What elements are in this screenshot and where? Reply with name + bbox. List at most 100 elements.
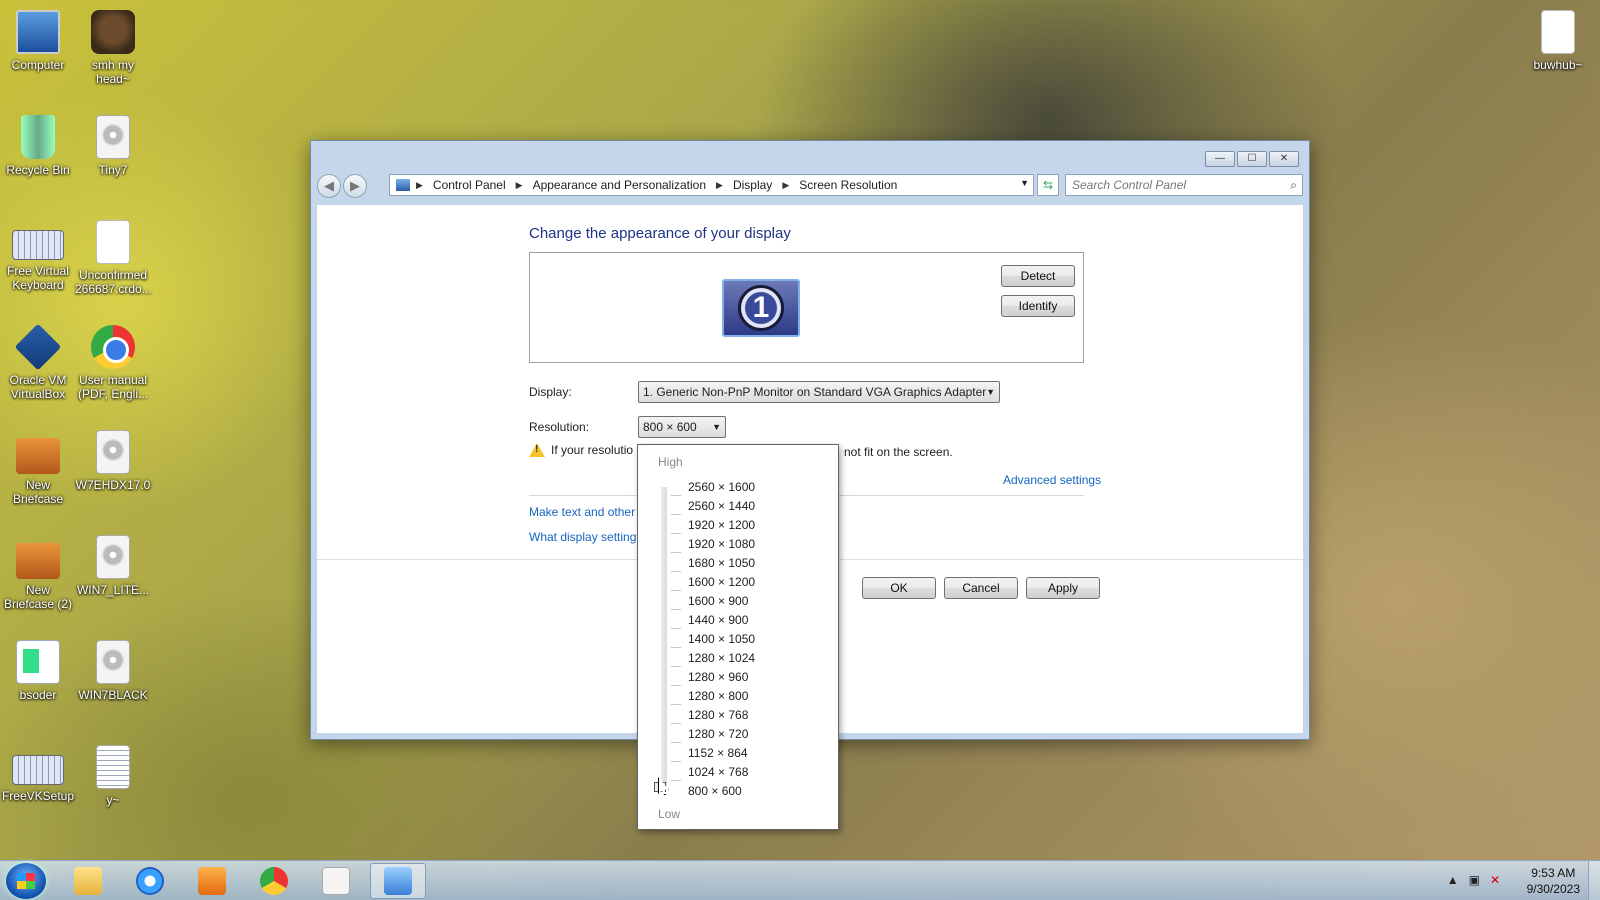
resolution-option[interactable]: 1024 × 768 [688, 763, 755, 782]
refresh-button[interactable]: ⇆ [1037, 174, 1059, 196]
maximize-button[interactable]: ☐ [1237, 151, 1267, 167]
recycle-bin-icon [21, 115, 55, 159]
identify-button[interactable]: Identify [1001, 295, 1075, 317]
resolution-slider-track[interactable] [661, 487, 667, 787]
desktop-icon-tiny7[interactable]: Tiny7 [75, 115, 151, 177]
resolution-option[interactable]: 2560 × 1440 [688, 497, 755, 516]
back-button[interactable]: ◀ [317, 174, 341, 198]
start-button[interactable] [6, 863, 46, 899]
taskbar-internet-explorer[interactable] [122, 863, 178, 899]
resolution-option[interactable]: 1600 × 900 [688, 592, 755, 611]
resolution-option[interactable]: 2560 × 1600 [688, 478, 755, 497]
search-icon[interactable]: ⌕ [1290, 175, 1297, 195]
breadcrumb-display[interactable]: Display [733, 178, 772, 192]
monitor-1-icon[interactable]: 1 [722, 279, 800, 337]
detect-button[interactable]: Detect [1001, 265, 1075, 287]
desktop-icon-w7ehdx[interactable]: W7EHDX17.0 [75, 430, 151, 492]
blank-file-icon [96, 220, 130, 264]
desktop-icon-new-briefcase-2[interactable]: New Briefcase (2) [0, 535, 76, 611]
chrome-icon [260, 867, 288, 895]
resolution-option[interactable]: 1280 × 960 [688, 668, 755, 687]
taskbar-control-panel[interactable] [370, 863, 426, 899]
volume-muted-icon[interactable]: ✕ [1490, 873, 1500, 887]
warning-text-right: not fit on the screen. [844, 445, 953, 459]
display-settings-help-link[interactable]: What display setting [529, 530, 636, 544]
address-dropdown-icon[interactable]: ▼ [1020, 178, 1029, 188]
forward-button[interactable]: ▶ [343, 174, 367, 198]
ok-button[interactable]: OK [862, 577, 936, 599]
desktop-icon-bsoder[interactable]: bsoder [0, 640, 76, 702]
desktop-icon-label: Free Virtual Keyboard [7, 264, 69, 292]
desktop-icon-virtualbox[interactable]: Oracle VM VirtualBox [0, 323, 76, 401]
resolution-option[interactable]: 1152 × 864 [688, 744, 755, 763]
breadcrumb-control-panel[interactable]: Control Panel [433, 178, 506, 192]
search-input[interactable]: Search Control Panel ⌕ [1065, 174, 1303, 196]
slider-ticks [671, 477, 683, 781]
cancel-button[interactable]: Cancel [944, 577, 1018, 599]
resolution-option[interactable]: 1440 × 900 [688, 611, 755, 630]
desktop-icon-label: Oracle VM VirtualBox [9, 373, 67, 401]
resolution-option[interactable]: 1280 × 800 [688, 687, 755, 706]
resolution-option[interactable]: 1400 × 1050 [688, 630, 755, 649]
folder-icon [74, 867, 102, 895]
taskbar-chrome[interactable] [246, 863, 302, 899]
text-size-link[interactable]: Make text and other [529, 505, 635, 519]
advanced-settings-link[interactable]: Advanced settings [1003, 473, 1101, 487]
breadcrumb-screen-resolution[interactable]: Screen Resolution [799, 178, 897, 192]
media-player-icon [198, 867, 226, 895]
display-select[interactable]: 1. Generic Non-PnP Monitor on Standard V… [638, 381, 1000, 403]
desktop-icon-unconfirmed[interactable]: Unconfirmed 266687.crdo... [75, 220, 152, 296]
desktop-icon-label: User manual (PDF, Engli... [77, 373, 149, 401]
taskbar-explorer[interactable] [60, 863, 116, 899]
desktop-icon-free-virtual-keyboard[interactable]: Free Virtual Keyboard [0, 220, 76, 292]
close-button[interactable]: ✕ [1269, 151, 1299, 167]
address-bar[interactable]: ▶ Control Panel ▶ Appearance and Persona… [389, 174, 1034, 196]
high-label: High [658, 455, 683, 469]
resolution-option[interactable]: 1280 × 1024 [688, 649, 755, 668]
desktop-icon-computer[interactable]: Computer [0, 10, 76, 72]
resolution-option[interactable]: 1280 × 720 [688, 725, 755, 744]
desktop-icon-new-briefcase[interactable]: New Briefcase [0, 430, 76, 506]
clock-time: 9:53 AM [1531, 866, 1576, 880]
minimize-button[interactable]: — [1205, 151, 1235, 167]
resolution-option[interactable]: 1920 × 1080 [688, 535, 755, 554]
slider-tick [671, 762, 681, 781]
resolution-option[interactable]: 1280 × 768 [688, 706, 755, 725]
resolution-option-selected[interactable]: 800 × 600 [688, 782, 755, 801]
show-hidden-icons-icon[interactable]: ▲ [1447, 873, 1459, 887]
apply-button[interactable]: Apply [1026, 577, 1100, 599]
slider-tick [671, 667, 681, 686]
resolution-warning: If your resolutio [529, 443, 633, 457]
taskbar-disc-image[interactable] [308, 863, 364, 899]
briefcase-icon [16, 438, 60, 474]
disc-image-icon [96, 115, 130, 159]
resolution-option[interactable]: 1920 × 1200 [688, 516, 755, 535]
desktop-icon-freevksetup[interactable]: FreeVKSetup [0, 745, 76, 803]
control-panel-icon [384, 867, 412, 895]
desktop-icon-label: Tiny7 [98, 163, 128, 177]
control-panel-icon [396, 179, 410, 191]
desktop-icon-win7-lite[interactable]: WIN7_LITE... [75, 535, 151, 597]
display-label: Display: [529, 385, 572, 399]
slider-tick [671, 724, 681, 743]
desktop-icon-buwhub[interactable]: buwhub~ [1520, 10, 1596, 72]
resolution-option[interactable]: 1680 × 1050 [688, 554, 755, 573]
desktop-icon-win7black[interactable]: WIN7BLACK [75, 640, 151, 702]
resolution-select[interactable]: 800 × 600 ▼ [638, 416, 726, 438]
slider-tick [671, 477, 681, 496]
clock[interactable]: 9:53 AM 9/30/2023 [1527, 865, 1580, 897]
breadcrumb-appearance[interactable]: Appearance and Personalization [533, 178, 706, 192]
show-desktop-button[interactable] [1588, 861, 1600, 900]
desktop-icon-recycle-bin[interactable]: Recycle Bin [0, 115, 76, 177]
slider-tick [671, 515, 681, 534]
taskbar-media-player[interactable] [184, 863, 240, 899]
desktop-icon-smh-my-head[interactable]: smh my head~ [75, 10, 151, 86]
desktop-icon-label: WIN7BLACK [78, 688, 148, 702]
resolution-option[interactable]: 1600 × 1200 [688, 573, 755, 592]
network-icon[interactable]: ▣ [1469, 873, 1480, 887]
internet-explorer-icon [136, 867, 164, 895]
desktop-icon-y[interactable]: y~ [75, 745, 151, 807]
slider-tick [671, 610, 681, 629]
desktop-icon-user-manual[interactable]: User manual (PDF, Engli... [75, 325, 151, 401]
disc-image-icon [96, 430, 130, 474]
